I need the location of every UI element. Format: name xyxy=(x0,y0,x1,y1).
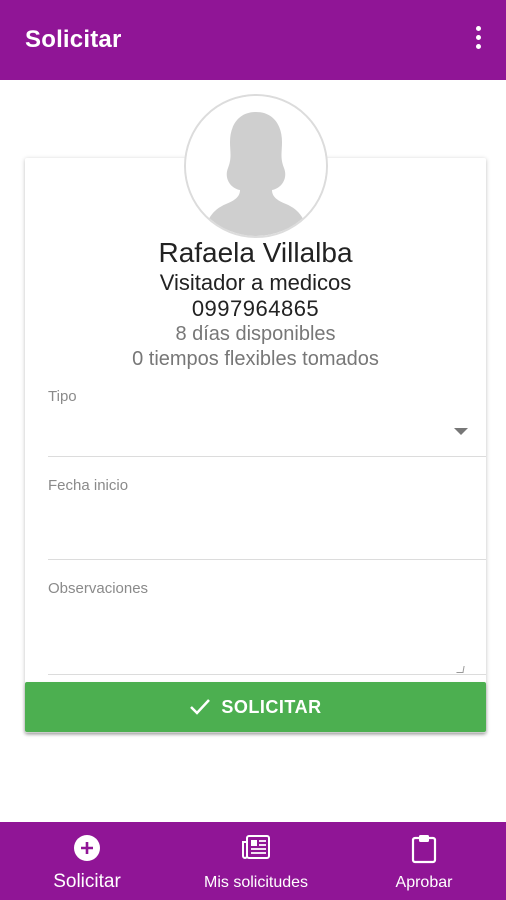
app-bar-title: Solicitar xyxy=(25,26,122,53)
nav-mis-solicitudes[interactable]: Mis solicitudes xyxy=(192,822,320,900)
user-phone: 0997964865 xyxy=(191,296,320,321)
more-vert-icon[interactable] xyxy=(468,24,488,56)
nav-solicitar[interactable]: Solicitar xyxy=(32,822,142,900)
flex-times: 0 tiempos flexibles tomados xyxy=(132,348,379,370)
avatar-silhouette-icon xyxy=(186,96,326,236)
user-role: Visitador a medicos xyxy=(159,270,352,295)
nav-mis-solicitudes-label: Mis solicitudes xyxy=(203,874,309,891)
clipboard-icon xyxy=(411,834,437,869)
nav-aprobar-label: Aprobar xyxy=(395,874,453,891)
resize-handle-icon[interactable] xyxy=(456,666,465,673)
tipo-select[interactable]: Tipo xyxy=(48,388,486,458)
profile-info: Rafaela Villalba Visitador a medicos 099… xyxy=(25,236,486,372)
check-icon xyxy=(190,699,211,715)
observaciones-field[interactable]: Observaciones xyxy=(48,580,486,676)
nav-solicitar-label: Solicitar xyxy=(53,871,121,892)
nav-aprobar[interactable]: Aprobar xyxy=(384,822,464,900)
avatar xyxy=(184,94,328,238)
observaciones-label: Observaciones xyxy=(48,580,149,597)
solicitar-button-label: SOLICITAR xyxy=(221,696,322,717)
fecha-underline xyxy=(48,559,486,560)
solicitar-button[interactable]: SOLICITAR xyxy=(25,682,486,732)
fecha-inicio-field[interactable]: Fecha inicio xyxy=(48,477,486,561)
add-circle-icon xyxy=(73,834,101,867)
observaciones-underline xyxy=(48,674,486,675)
app-bar: Solicitar xyxy=(0,0,506,80)
tipo-underline xyxy=(48,456,486,457)
user-name: Rafaela Villalba xyxy=(158,237,353,268)
newspaper-icon xyxy=(240,834,272,867)
dropdown-arrow-icon[interactable] xyxy=(454,428,468,435)
bottom-nav: Solicitar Mis solicitudes Aprobar xyxy=(0,822,506,900)
tipo-label: Tipo xyxy=(48,388,77,405)
available-days: 8 días disponibles xyxy=(175,323,336,345)
fecha-inicio-label: Fecha inicio xyxy=(48,477,129,494)
